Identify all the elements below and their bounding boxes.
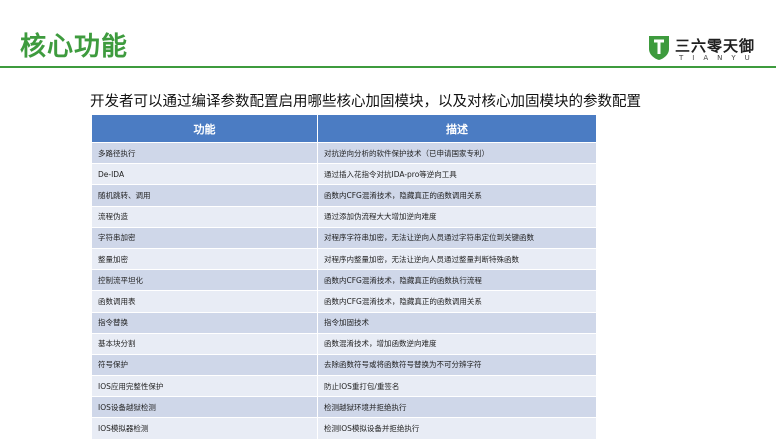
section-description: 开发者可以通过编译参数配置启用哪些核心加固模块，以及对核心加固模块的参数配置: [90, 94, 641, 110]
table-row: IOS应用完整性保护 防止IOS重打包/重签名: [91, 375, 597, 398]
description-cell: 函数内CFG混淆技术，隐藏真正的函数执行流程: [317, 269, 597, 292]
table-row: 随机跳转、调用 函数内CFG混淆技术，隐藏真正的函数调用关系: [91, 184, 597, 207]
function-cell: De-IDA: [91, 163, 318, 186]
description-cell: 对抗逆向分析的软件保护技术（已申请国家专利）: [317, 141, 597, 165]
function-cell: 基本块分割: [91, 332, 318, 355]
description-cell: 防止IOS重打包/重签名: [317, 375, 597, 398]
description-cell: 对程序字符串加密，无法让逆向人员通过字符串定位到关键函数: [317, 226, 597, 249]
description-cell: 函数混淆技术，增加函数逆向难度: [317, 332, 597, 355]
function-cell: IOS设备越狱检测: [91, 396, 318, 419]
logo-subtext: TIANYU: [679, 54, 759, 62]
function-cell: 函数调用表: [91, 290, 318, 313]
function-cell: 流程伪造: [91, 205, 318, 228]
table-row: 字符串加密 对程序字符串加密，无法让逆向人员通过字符串定位到关键函数: [91, 226, 597, 249]
logo-name: 三六零天御: [675, 37, 756, 55]
description-cell: 函数内CFG混淆技术，隐藏真正的函数调用关系: [317, 290, 597, 313]
column-header-description: 描述: [317, 114, 597, 143]
column-header-function: 功能: [91, 114, 318, 143]
table-row: De-IDA 通过插入花指令对抗IDA-pro等逆向工具: [91, 163, 597, 186]
table-row: 整量加密 对程序内整量加密，无法让逆向人员通过整量判断特殊函数: [91, 247, 597, 271]
table-row: 符号保护 去除函数符号或将函数符号替换为不可分辨字符: [91, 353, 597, 377]
description-cell: 通过添加伪流程大大增加逆向难度: [317, 205, 597, 228]
function-cell: IOS应用完整性保护: [91, 375, 318, 398]
description-cell: 检测越狱环境并拒绝执行: [317, 396, 597, 419]
tianyu-shield-logo-icon: [649, 36, 669, 60]
table-row: 基本块分割 函数混淆技术，增加函数逆向难度: [91, 332, 597, 355]
description-cell: 去除函数符号或将函数符号替换为不可分辨字符: [317, 353, 597, 377]
page-title: 核心功能: [20, 32, 129, 62]
table-header-row: 功能 描述: [91, 114, 597, 143]
function-cell: 随机跳转、调用: [91, 184, 318, 207]
feature-table: 功能 描述 多路径执行 对抗逆向分析的软件保护技术（已申请国家专利） De-IDA…: [91, 114, 597, 440]
function-cell: 控制流平坦化: [91, 269, 318, 292]
description-cell: 通过插入花指令对抗IDA-pro等逆向工具: [317, 163, 597, 186]
description-cell: 对程序内整量加密，无法让逆向人员通过整量判断特殊函数: [317, 247, 597, 271]
table-row: 流程伪造 通过添加伪流程大大增加逆向难度: [91, 205, 597, 228]
description-cell: 指令加固技术: [317, 311, 597, 334]
table-row: 指令替换 指令加固技术: [91, 311, 597, 334]
table-row: 多路径执行 对抗逆向分析的软件保护技术（已申请国家专利）: [91, 141, 597, 165]
function-cell: 整量加密: [91, 247, 318, 271]
description-cell: 函数内CFG混淆技术，隐藏真正的函数调用关系: [317, 184, 597, 207]
table-row: 控制流平坦化 函数内CFG混淆技术，隐藏真正的函数执行流程: [91, 269, 597, 292]
function-cell: 多路径执行: [91, 141, 318, 165]
function-cell: 指令替换: [91, 311, 318, 334]
function-cell: 符号保护: [91, 353, 318, 377]
table-row: IOS设备越狱检测 检测越狱环境并拒绝执行: [91, 396, 597, 419]
table-row: 函数调用表 函数内CFG混淆技术，隐藏真正的函数调用关系: [91, 290, 597, 313]
function-cell: 字符串加密: [91, 226, 318, 249]
brand-logo: 三六零天御 TIANYU: [648, 35, 770, 67]
